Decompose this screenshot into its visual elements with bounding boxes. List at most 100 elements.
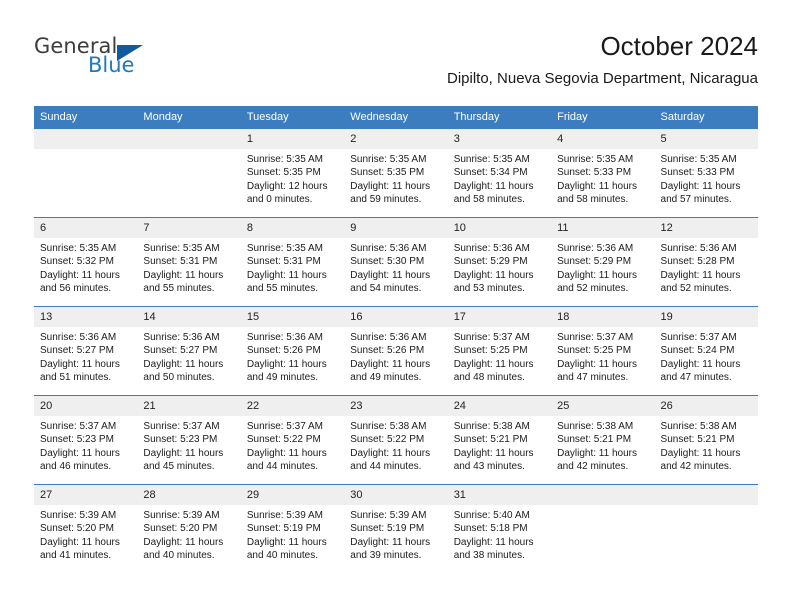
daylight-text: Daylight: 11 hours and 44 minutes. — [246, 447, 327, 472]
calendar-day-cell[interactable]: 24 Sunrise: 5:38 AM Sunset: 5:21 PM Dayligh… — [447, 395, 552, 485]
sunrise-text: Sunrise: 5:39 AM — [143, 510, 220, 521]
calendar-header-row: Sunday Monday Tuesday Wednesday Thursday… — [34, 106, 758, 129]
day-details: Sunrise: 5:36 AM Sunset: 5:30 PM Daylight:… — [344, 238, 447, 295]
sunrise-text: Sunrise: 5:36 AM — [350, 243, 427, 254]
sunrise-text: Sunrise: 5:38 AM — [557, 421, 634, 432]
day-number: 28 — [137, 485, 241, 505]
day-number: 1 — [240, 129, 345, 149]
calendar-day-cell[interactable]: 1 Sunrise: 5:35 AM Sunset: 5:35 PM Daylight… — [240, 128, 345, 218]
calendar-day-cell[interactable]: 2 Sunrise: 5:35 AM Sunset: 5:35 PM Daylight… — [344, 128, 448, 218]
calendar-day-cell[interactable]: 26 Sunrise: 5:38 AM Sunset: 5:21 PM Dayligh… — [654, 395, 758, 485]
daylight-text: Daylight: 11 hours and 46 minutes. — [40, 447, 120, 472]
page-title: October 2024 — [600, 31, 758, 61]
daylight-text: Daylight: 11 hours and 54 minutes. — [350, 269, 431, 294]
daylight-text: Daylight: 11 hours and 44 minutes. — [350, 447, 431, 472]
sunset-text: Sunset: 5:35 PM — [350, 167, 425, 179]
calendar-day-cell[interactable]: 28 Sunrise: 5:39 AM Sunset: 5:20 PM Dayligh… — [137, 484, 241, 573]
sunrise-text: Sunrise: 5:37 AM — [143, 421, 220, 432]
sunset-text: Sunset: 5:30 PM — [350, 256, 425, 268]
day-details: Sunrise: 5:37 AM Sunset: 5:23 PM Daylight:… — [137, 416, 240, 473]
day-number: 2 — [344, 129, 448, 149]
day-number: 17 — [447, 307, 552, 327]
logo-text-blue: Blue — [88, 53, 135, 77]
calendar-day-cell[interactable]: 18 Sunrise: 5:37 AM Sunset: 5:25 PM Dayligh… — [551, 306, 655, 396]
calendar-day-cell[interactable]: 15 Sunrise: 5:36 AM Sunset: 5:26 PM Dayligh… — [240, 306, 345, 396]
calendar-day-cell[interactable]: 30 Sunrise: 5:39 AM Sunset: 5:19 PM Dayligh… — [344, 484, 448, 573]
day-details: Sunrise: 5:39 AM Sunset: 5:20 PM Daylight:… — [137, 505, 240, 562]
calendar-day-cell[interactable]: 13 Sunrise: 5:36 AM Sunset: 5:27 PM Dayligh… — [34, 306, 138, 396]
sunrise-text: Sunrise: 5:39 AM — [350, 510, 427, 521]
day-details: Sunrise: 5:37 AM Sunset: 5:24 PM Daylight:… — [655, 327, 758, 384]
sunrise-text: Sunrise: 5:38 AM — [660, 421, 737, 432]
day-details: Sunrise: 5:37 AM Sunset: 5:25 PM Daylight:… — [448, 327, 551, 384]
calendar-day-cell[interactable]: 7 Sunrise: 5:35 AM Sunset: 5:31 PM Daylight… — [137, 217, 241, 307]
day-details: Sunrise: 5:36 AM Sunset: 5:27 PM Daylight:… — [34, 327, 137, 384]
calendar-day-cell[interactable]: 3 Sunrise: 5:35 AM Sunset: 5:34 PM Daylight… — [447, 128, 552, 218]
calendar-day-cell[interactable]: 16 Sunrise: 5:36 AM Sunset: 5:26 PM Dayligh… — [344, 306, 448, 396]
sunrise-text: Sunrise: 5:35 AM — [660, 154, 737, 165]
day-number: 8 — [240, 218, 345, 238]
day-number: 9 — [344, 218, 448, 238]
sunrise-text: Sunrise: 5:36 AM — [350, 332, 427, 343]
daylight-text: Daylight: 11 hours and 49 minutes. — [350, 358, 431, 383]
calendar-day-cell[interactable]: 29 Sunrise: 5:39 AM Sunset: 5:19 PM Dayligh… — [240, 484, 345, 573]
calendar-day-cell[interactable]: 31 Sunrise: 5:40 AM Sunset: 5:18 PM Dayligh… — [447, 484, 552, 573]
calendar-day-cell[interactable]: 19 Sunrise: 5:37 AM Sunset: 5:24 PM Dayligh… — [654, 306, 758, 396]
calendar-day-cell[interactable]: 22 Sunrise: 5:37 AM Sunset: 5:22 PM Dayligh… — [240, 395, 345, 485]
day-number: 31 — [447, 485, 552, 505]
sunrise-text: Sunrise: 5:39 AM — [246, 510, 323, 521]
calendar-day-cell[interactable]: 20 Sunrise: 5:37 AM Sunset: 5:23 PM Dayligh… — [34, 395, 138, 485]
day-details: Sunrise: 5:36 AM Sunset: 5:27 PM Daylight:… — [137, 327, 240, 384]
calendar-day-cell[interactable]: 8 Sunrise: 5:35 AM Sunset: 5:31 PM Daylight… — [240, 217, 345, 307]
calendar-day-cell-empty — [654, 484, 758, 573]
calendar-day-cell[interactable]: 25 Sunrise: 5:38 AM Sunset: 5:21 PM Dayligh… — [551, 395, 655, 485]
sunset-text: Sunset: 5:25 PM — [557, 345, 632, 357]
daylight-text: Daylight: 11 hours and 59 minutes. — [350, 180, 431, 205]
calendar-day-cell[interactable]: 14 Sunrise: 5:36 AM Sunset: 5:27 PM Dayligh… — [137, 306, 241, 396]
calendar-week-row: 27 Sunrise: 5:39 AM Sunset: 5:20 PM Dayligh… — [34, 484, 758, 573]
weekday-header-thursday: Thursday — [447, 106, 552, 129]
day-number: 21 — [137, 396, 241, 416]
calendar-week-row: 6 Sunrise: 5:35 AM Sunset: 5:32 PM Daylight… — [34, 217, 758, 307]
daylight-text: Daylight: 12 hours and 0 minutes. — [246, 180, 328, 205]
day-number — [137, 129, 241, 149]
calendar-day-cell[interactable]: 21 Sunrise: 5:37 AM Sunset: 5:23 PM Dayligh… — [137, 395, 241, 485]
sunrise-text: Sunrise: 5:36 AM — [557, 243, 634, 254]
sunrise-text: Sunrise: 5:35 AM — [143, 243, 220, 254]
daylight-text: Daylight: 11 hours and 55 minutes. — [246, 269, 327, 294]
daylight-text: Daylight: 11 hours and 38 minutes. — [453, 536, 534, 561]
calendar-day-cell[interactable]: 11 Sunrise: 5:36 AM Sunset: 5:29 PM Dayligh… — [551, 217, 655, 307]
calendar-day-cell-empty — [137, 128, 241, 218]
calendar-day-cell[interactable]: 17 Sunrise: 5:37 AM Sunset: 5:25 PM Dayligh… — [447, 306, 552, 396]
sunrise-text: Sunrise: 5:35 AM — [246, 154, 323, 165]
sunset-text: Sunset: 5:29 PM — [557, 256, 632, 268]
day-number: 25 — [551, 396, 655, 416]
daylight-text: Daylight: 11 hours and 47 minutes. — [557, 358, 637, 383]
sunset-text: Sunset: 5:29 PM — [453, 256, 528, 268]
daylight-text: Daylight: 11 hours and 42 minutes. — [557, 447, 637, 472]
day-details: Sunrise: 5:35 AM Sunset: 5:35 PM Daylight:… — [344, 149, 447, 206]
daylight-text: Daylight: 11 hours and 40 minutes. — [246, 536, 327, 561]
sunset-text: Sunset: 5:27 PM — [143, 345, 218, 357]
day-details: Sunrise: 5:39 AM Sunset: 5:19 PM Daylight:… — [241, 505, 344, 562]
sunset-text: Sunset: 5:19 PM — [246, 523, 321, 535]
calendar-day-cell[interactable]: 12 Sunrise: 5:36 AM Sunset: 5:28 PM Dayligh… — [654, 217, 758, 307]
calendar-day-cell-empty — [551, 484, 655, 573]
calendar-day-cell[interactable]: 27 Sunrise: 5:39 AM Sunset: 5:20 PM Dayligh… — [34, 484, 138, 573]
sunrise-text: Sunrise: 5:36 AM — [246, 332, 323, 343]
calendar-day-cell[interactable]: 9 Sunrise: 5:36 AM Sunset: 5:30 PM Daylight… — [344, 217, 448, 307]
daylight-text: Daylight: 11 hours and 45 minutes. — [143, 447, 224, 472]
day-number: 10 — [447, 218, 552, 238]
calendar-day-cell[interactable]: 5 Sunrise: 5:35 AM Sunset: 5:33 PM Daylight… — [654, 128, 758, 218]
daylight-text: Daylight: 11 hours and 55 minutes. — [143, 269, 224, 294]
page-header: General Blue October 2024 Dipilto, Nueva… — [34, 30, 758, 98]
calendar-day-cell[interactable]: 6 Sunrise: 5:35 AM Sunset: 5:32 PM Daylight… — [34, 217, 138, 307]
sunrise-text: Sunrise: 5:39 AM — [40, 510, 117, 521]
daylight-text: Daylight: 11 hours and 49 minutes. — [246, 358, 327, 383]
calendar-day-cell[interactable]: 23 Sunrise: 5:38 AM Sunset: 5:22 PM Dayligh… — [344, 395, 448, 485]
sunset-text: Sunset: 5:20 PM — [143, 523, 218, 535]
calendar-page: General Blue October 2024 Dipilto, Nueva… — [0, 0, 792, 612]
title-block: October 2024 Dipilto, Nueva Segovia Depa… — [447, 30, 758, 89]
calendar-day-cell[interactable]: 10 Sunrise: 5:36 AM Sunset: 5:29 PM Dayligh… — [447, 217, 552, 307]
calendar-day-cell[interactable]: 4 Sunrise: 5:35 AM Sunset: 5:33 PM Daylight… — [551, 128, 655, 218]
